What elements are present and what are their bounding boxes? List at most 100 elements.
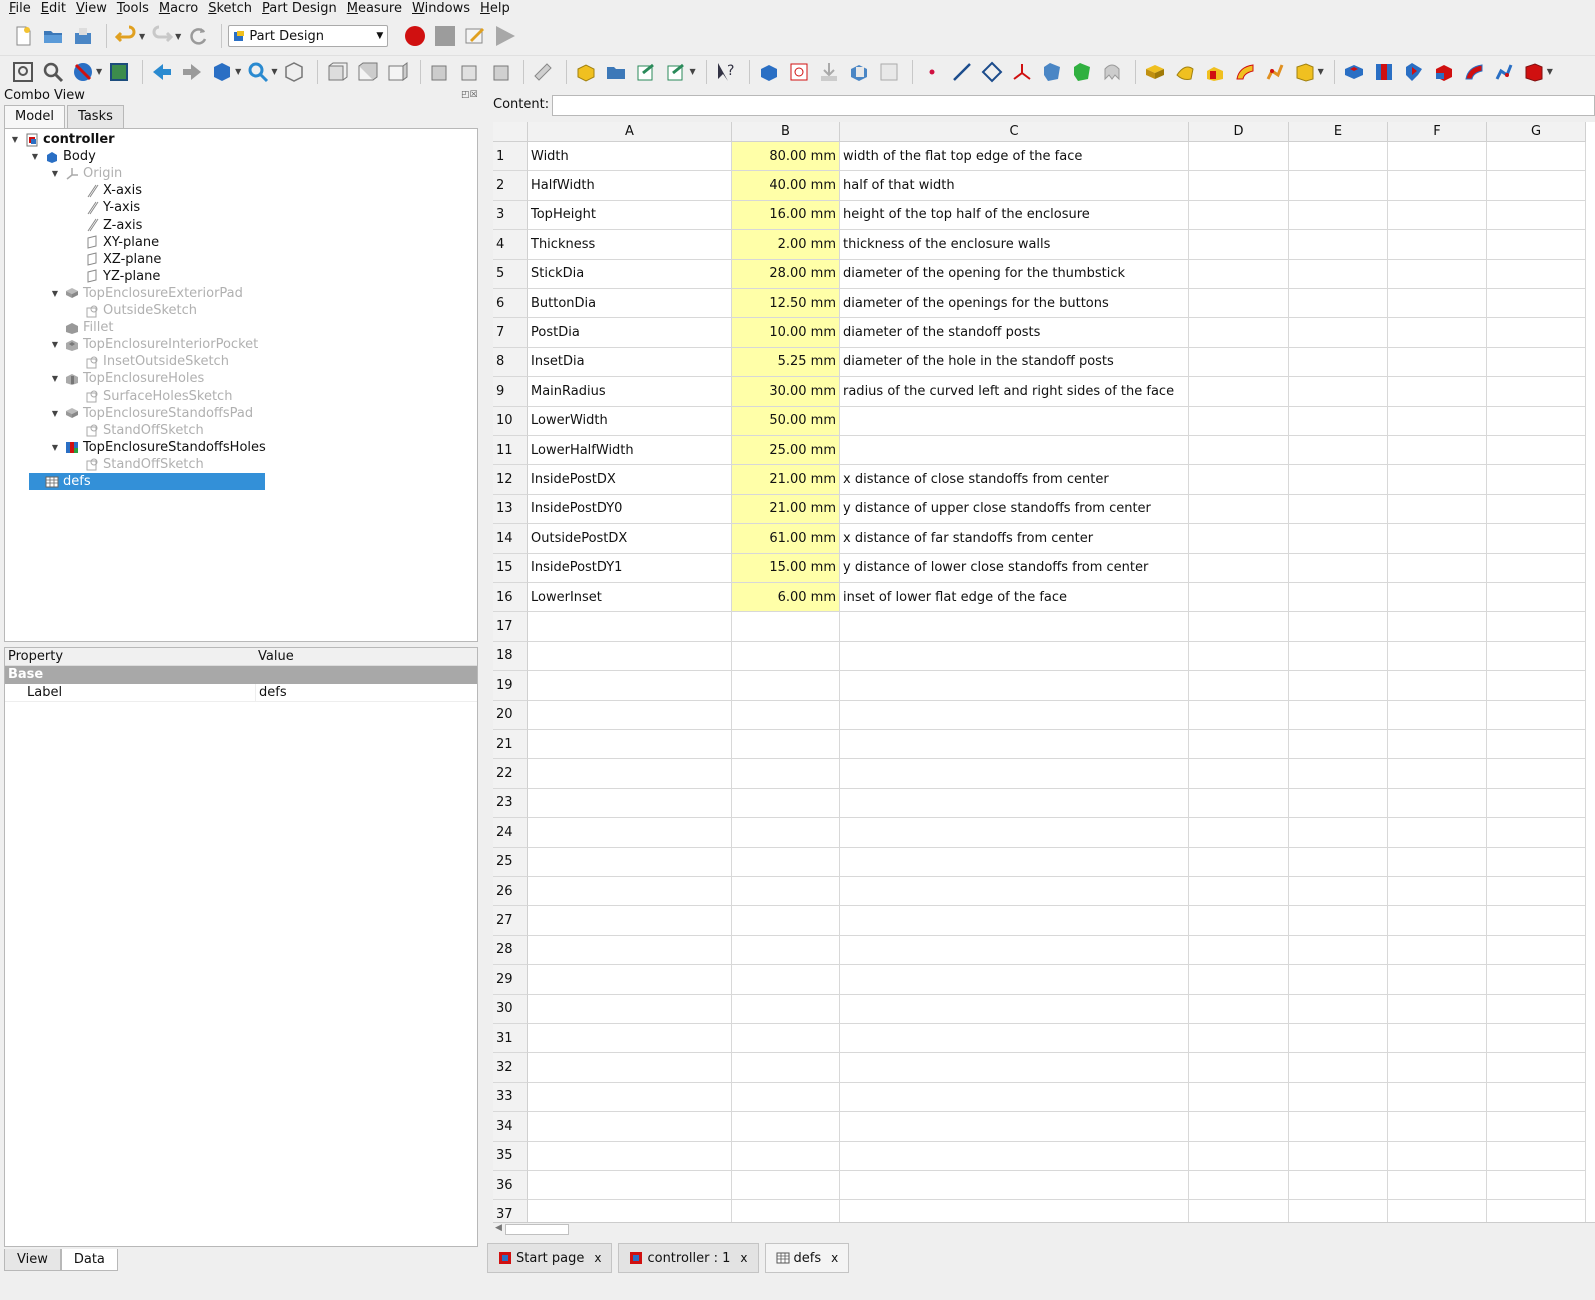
cell-c25[interactable] (840, 847, 1189, 877)
cell-c22[interactable] (840, 759, 1189, 789)
create-body-icon[interactable] (756, 59, 782, 85)
revolution-icon[interactable] (1172, 59, 1198, 85)
column-header-e[interactable]: E (1289, 122, 1388, 142)
cell-c29[interactable] (840, 965, 1189, 995)
cell-d2[interactable] (1189, 171, 1289, 201)
cell-e17[interactable] (1289, 612, 1388, 642)
tree-item-x-axis[interactable]: X-axis (69, 182, 142, 199)
front-view-icon[interactable] (324, 59, 350, 85)
cell-g21[interactable] (1487, 730, 1586, 760)
cell-c7[interactable]: diameter of the standoff posts (840, 318, 1189, 348)
isometric-view-icon[interactable] (281, 59, 307, 85)
cell-f21[interactable] (1388, 730, 1487, 760)
clone-icon[interactable] (846, 59, 872, 85)
cell-e34[interactable] (1289, 1112, 1388, 1142)
cell-d15[interactable] (1189, 553, 1289, 583)
cell-g2[interactable] (1487, 171, 1586, 201)
cell-c15[interactable]: y distance of lower close standoffs from… (840, 553, 1189, 583)
cell-f5[interactable] (1388, 259, 1487, 289)
tab-data[interactable]: Data (60, 1249, 118, 1271)
cell-g12[interactable] (1487, 465, 1586, 495)
cell-a34[interactable] (528, 1112, 732, 1142)
cell-c35[interactable] (840, 1141, 1189, 1171)
cell-c4[interactable]: thickness of the enclosure walls (840, 230, 1189, 260)
cell-a35[interactable] (528, 1141, 732, 1171)
cell-g9[interactable] (1487, 377, 1586, 407)
expand-arrow-icon[interactable]: ▼ (49, 443, 61, 452)
cell-a15[interactable]: InsidePostDY1 (528, 553, 732, 583)
cell-c12[interactable]: x distance of close standoffs from cente… (840, 465, 1189, 495)
save-file-icon[interactable] (70, 23, 96, 49)
cell-e37[interactable] (1289, 1200, 1388, 1222)
cell-f30[interactable] (1388, 994, 1487, 1024)
cell-g17[interactable] (1487, 612, 1586, 642)
cell-b20[interactable] (732, 700, 840, 730)
cell-c9[interactable]: radius of the curved left and right side… (840, 377, 1189, 407)
cell-c34[interactable] (840, 1112, 1189, 1142)
close-icon[interactable]: x (740, 1251, 747, 1265)
cell-a19[interactable] (528, 671, 732, 701)
cell-g18[interactable] (1487, 641, 1586, 672)
tree-item-topenclosureholes[interactable]: ▼ TopEnclosureHoles (49, 370, 204, 387)
additive-loft-icon[interactable] (1202, 59, 1228, 85)
menu-file[interactable]: File (4, 0, 36, 17)
link-icon[interactable] (633, 59, 659, 85)
tree-item-standoffsketch[interactable]: StandOffSketch (69, 456, 204, 473)
shape-binder-icon[interactable] (1039, 59, 1065, 85)
cell-e26[interactable] (1289, 877, 1388, 907)
cell-b22[interactable] (732, 759, 840, 789)
bounding-box-icon[interactable] (106, 59, 132, 85)
cell-e9[interactable] (1289, 377, 1388, 407)
row-header[interactable]: 25 (493, 847, 528, 877)
cell-c27[interactable] (840, 906, 1189, 936)
row-header[interactable]: 16 (493, 583, 528, 613)
tree-item-xz-plane[interactable]: XZ-plane (69, 251, 161, 268)
cell-c37[interactable] (840, 1200, 1189, 1222)
cell-f17[interactable] (1388, 612, 1487, 642)
open-file-icon[interactable] (40, 23, 66, 49)
std-views-icon[interactable] (209, 59, 235, 85)
row-header[interactable]: 13 (493, 494, 528, 525)
subtractive-loft-icon[interactable] (1431, 59, 1457, 85)
cell-g29[interactable] (1487, 965, 1586, 995)
cell-c1[interactable]: width of the flat top edge of the face (840, 142, 1189, 172)
tree-item-topenclosureexteriorpad[interactable]: ▼ TopEnclosureExteriorPad (49, 285, 243, 302)
tree-item-topenclosurestandoffsholes[interactable]: ▼ TopEnclosureStandoffsHoles (49, 439, 266, 456)
cell-a31[interactable] (528, 1024, 732, 1054)
fit-selection-icon[interactable] (40, 59, 66, 85)
cell-a12[interactable]: InsidePostDX (528, 465, 732, 495)
cell-a9[interactable]: MainRadius (528, 377, 732, 407)
workbench-selector[interactable]: Part Design ▼ (228, 25, 389, 47)
local-cs-icon[interactable] (1009, 59, 1035, 85)
validate-sketch-icon[interactable] (816, 59, 842, 85)
cell-a36[interactable] (528, 1171, 732, 1201)
cell-e8[interactable] (1289, 347, 1388, 378)
cell-g32[interactable] (1487, 1053, 1586, 1083)
cell-f1[interactable] (1388, 142, 1487, 172)
cell-d4[interactable] (1189, 230, 1289, 260)
cell-b32[interactable] (732, 1053, 840, 1083)
cell-g11[interactable] (1487, 436, 1586, 466)
cell-g24[interactable] (1487, 818, 1586, 848)
cell-a2[interactable]: HalfWidth (528, 171, 732, 201)
menu-edit[interactable]: Edit (36, 0, 71, 17)
cell-e30[interactable] (1289, 994, 1388, 1024)
cell-g22[interactable] (1487, 759, 1586, 789)
tree-item-surfaceholessketch[interactable]: SurfaceHolesSketch (69, 388, 232, 405)
cell-g31[interactable] (1487, 1024, 1586, 1054)
row-header[interactable]: 5 (493, 259, 528, 289)
cell-c5[interactable]: diameter of the opening for the thumbsti… (840, 259, 1189, 289)
cell-g35[interactable] (1487, 1141, 1586, 1171)
cell-g20[interactable] (1487, 700, 1586, 730)
subtractive-pipe-icon[interactable] (1461, 59, 1487, 85)
tab-tasks[interactable]: Tasks (67, 105, 124, 129)
cell-b2[interactable]: 40.00 mm (732, 171, 840, 201)
cell-c13[interactable]: y distance of upper close standoffs from… (840, 494, 1189, 525)
cell-g8[interactable] (1487, 347, 1586, 378)
cell-d6[interactable] (1189, 289, 1289, 319)
cell-a17[interactable] (528, 612, 732, 642)
row-header[interactable]: 32 (493, 1053, 528, 1083)
cell-f18[interactable] (1388, 641, 1487, 672)
row-header[interactable]: 6 (493, 289, 528, 319)
groove-icon[interactable] (1401, 59, 1427, 85)
